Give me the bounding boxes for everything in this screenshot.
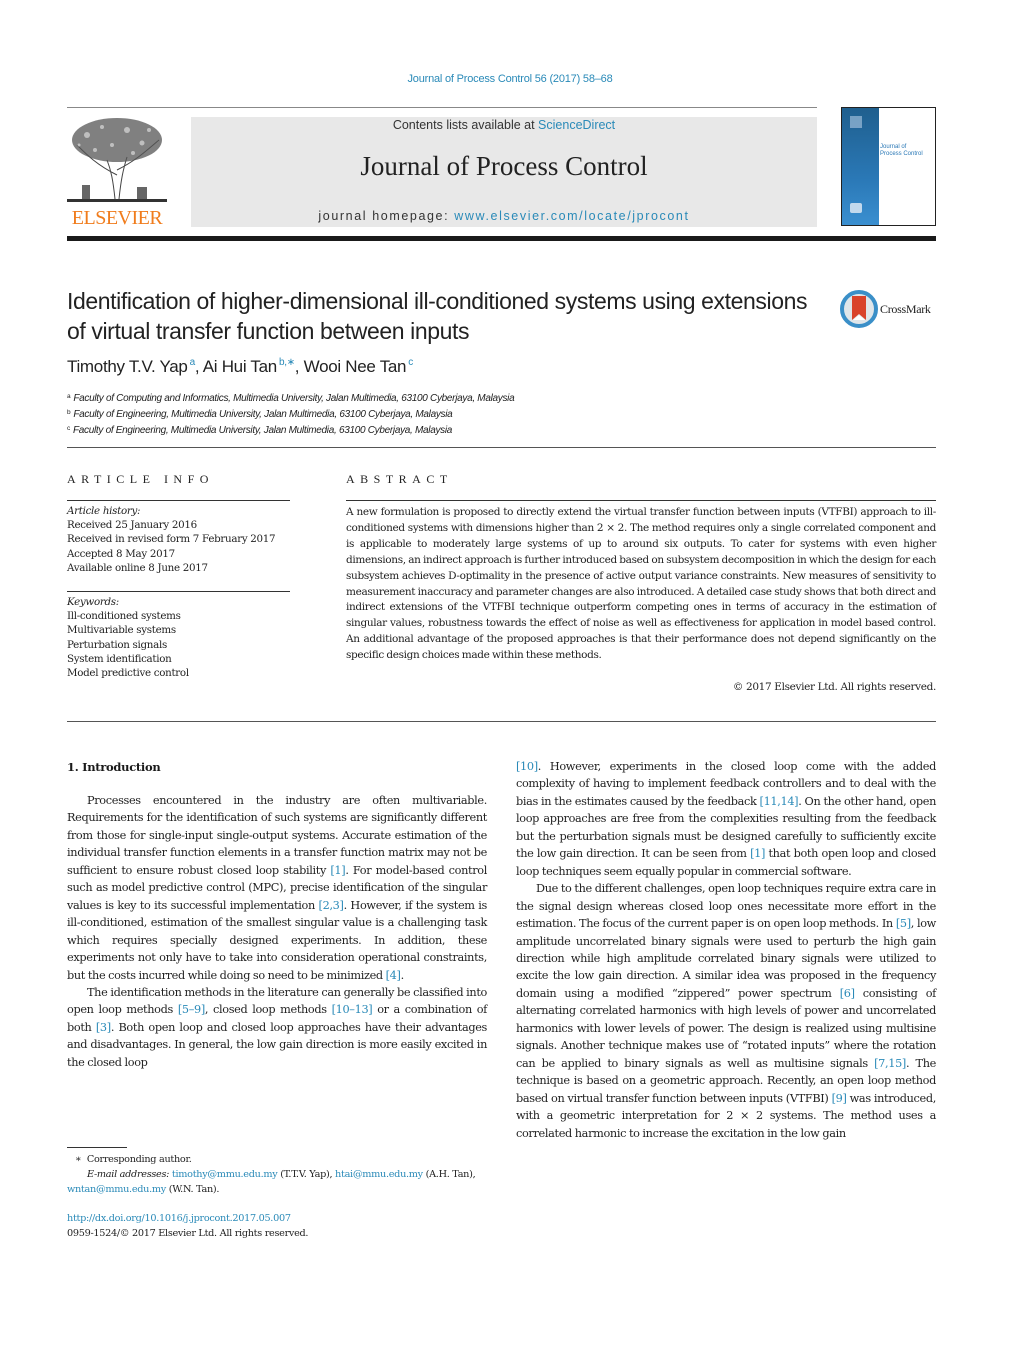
citation-link[interactable]: [7,15] <box>874 1057 906 1070</box>
affiliations: a Faculty of Computing and Informatics, M… <box>67 390 515 439</box>
cover-title-line2: Process Control <box>880 151 923 157</box>
corresponding-text: Corresponding author. <box>86 1154 192 1165</box>
header-rule <box>67 107 817 108</box>
body-column-right: [10]. However, experiments in the closed… <box>516 758 936 1142</box>
keywords-heading: Keywords: <box>67 596 119 608</box>
citation-link[interactable]: [6] <box>840 987 855 1000</box>
keyword-item: Model predictive control <box>67 667 189 680</box>
email-link[interactable]: htai@mmu.edu.my <box>335 1169 423 1180</box>
crossmark-button[interactable]: CrossMark <box>840 290 940 330</box>
issn-copyright: 0959-1524/© 2017 Elsevier Ltd. All right… <box>67 1228 309 1239</box>
keywords: Keywords: Ill-conditioned systems Multiv… <box>67 595 189 680</box>
doi-link[interactable]: http://dx.doi.org/10.1016/j.jprocont.201… <box>67 1213 291 1224</box>
author-affiliation-marker[interactable]: b,∗ <box>279 357 295 368</box>
footnote-rule <box>67 1147 127 1148</box>
homepage-prefix: journal homepage: <box>318 209 455 223</box>
article-title: Identification of higher-dimensional ill… <box>67 288 808 344</box>
journal-cover-thumbnail[interactable]: Journal of Process Control <box>841 107 936 226</box>
citation-link[interactable]: [1] <box>330 864 345 877</box>
body-column-left: Processes encountered in the industry ar… <box>67 792 487 1071</box>
abstract-copyright: © 2017 Elsevier Ltd. All rights reserved… <box>732 681 936 693</box>
email-note: E-mail addresses: timothy@mmu.edu.my (T.… <box>67 1169 476 1195</box>
sciencedirect-link[interactable]: ScienceDirect <box>538 118 615 132</box>
info-rule <box>67 500 290 501</box>
journal-title: Journal of Process Control <box>360 151 648 181</box>
corresponding-author-note: ∗ Corresponding author. <box>67 1152 487 1167</box>
cover-logo-icon <box>850 116 862 128</box>
email-label: E-mail addresses: <box>87 1169 170 1180</box>
history-item: Accepted 8 May 2017 <box>67 547 175 560</box>
keyword-item: Multivariable systems <box>67 624 176 637</box>
elsevier-tree-icon <box>67 118 167 202</box>
author-list: Timothy T.V. Yap a, Ai Hui Tan b,∗, Wooi N… <box>67 357 413 376</box>
author-affiliation-marker[interactable]: a <box>190 357 196 368</box>
info-rule <box>67 591 290 592</box>
cover-title-line1: Journal of <box>880 144 907 150</box>
email-link[interactable]: timothy@mmu.edu.my <box>172 1169 278 1180</box>
citation-link[interactable]: [10] <box>516 760 538 773</box>
keyword-item: System identification <box>67 652 172 665</box>
section-rule <box>67 447 936 448</box>
header-thick-rule <box>67 236 936 241</box>
crossmark-icon <box>840 290 878 328</box>
affiliation-item: c Faculty of Engineering, Multimedia Univ… <box>67 425 453 437</box>
history-item: Available online 8 June 2017 <box>67 561 208 574</box>
elsevier-logo[interactable]: ELSEVIER <box>67 115 167 229</box>
journal-masthead: Contents lists available at ScienceDirec… <box>191 117 817 227</box>
contents-line: Contents lists available at ScienceDirec… <box>191 118 817 132</box>
affiliation-key: b <box>67 409 71 417</box>
journal-citation-link[interactable]: Journal of Process Control 56 (2017) 58–… <box>0 73 1020 85</box>
cover-title: Journal of Process Control <box>880 144 923 158</box>
citation-link[interactable]: [9] <box>832 1092 847 1105</box>
email-link[interactable]: wntan@mmu.edu.my <box>67 1184 166 1195</box>
keyword-item: Perturbation signals <box>67 638 167 651</box>
section-rule <box>67 721 936 722</box>
cover-society-icon <box>850 203 862 213</box>
history-item: Received in revised form 7 February 2017 <box>67 533 276 546</box>
author-name[interactable]: Wooi Nee Tan <box>304 357 407 376</box>
abstract-text: A new formulation is proposed to directl… <box>346 506 936 662</box>
body-paragraph: Processes encountered in the industry ar… <box>67 794 487 982</box>
article-history: Article history: Received 25 January 201… <box>67 504 276 575</box>
affiliation-key: a <box>67 393 71 400</box>
abstract-rule <box>346 500 936 501</box>
citation-link[interactable]: [3] <box>96 1021 111 1034</box>
citation-link[interactable]: [5] <box>896 917 911 930</box>
citation-link[interactable]: [4] <box>386 969 401 982</box>
body-paragraph-continued: [10]. However, experiments in the closed… <box>516 760 937 878</box>
article-info-heading: ARTICLE INFO <box>67 472 214 486</box>
affiliation-item: a Faculty of Computing and Informatics, M… <box>67 393 515 404</box>
section-heading-introduction: 1. Introduction <box>67 760 161 774</box>
keyword-item: Ill-conditioned systems <box>67 610 181 623</box>
email-owner: (W.N. Tan) <box>168 1184 217 1195</box>
body-paragraph: Due to the different challenges, open lo… <box>516 882 937 1140</box>
doi-block: http://dx.doi.org/10.1016/j.jprocont.201… <box>67 1211 309 1241</box>
email-owner: (T.T.V. Yap) <box>280 1169 330 1180</box>
body-paragraph: The identification methods in the litera… <box>67 985 488 1069</box>
author-name[interactable]: Ai Hui Tan <box>203 357 277 376</box>
affiliation-item: b Faculty of Engineering, Multimedia Univ… <box>67 409 453 421</box>
homepage-line: journal homepage: www.elsevier.com/locat… <box>191 209 817 223</box>
homepage-link[interactable]: www.elsevier.com/locate/jprocont <box>454 209 689 223</box>
corresponding-mark: ∗ <box>75 1154 82 1165</box>
author-affiliation-marker[interactable]: c <box>408 357 413 368</box>
citation-link[interactable]: [11,14] <box>760 795 799 808</box>
elsevier-wordmark: ELSEVIER <box>71 207 163 229</box>
citation-link[interactable]: [10–13] <box>332 1003 373 1016</box>
footnotes: ∗ Corresponding author. E-mail addresses… <box>67 1152 487 1197</box>
crossmark-label: CrossMark <box>880 302 931 316</box>
citation-link[interactable]: [2,3] <box>319 899 344 912</box>
email-owner: (A.H. Tan) <box>425 1169 473 1180</box>
author-name[interactable]: Timothy T.V. Yap <box>67 357 188 376</box>
affiliation-key: c <box>67 425 70 433</box>
citation-link[interactable]: [1] <box>750 847 765 860</box>
history-heading: Article history: <box>67 505 141 517</box>
history-item: Received 25 January 2016 <box>67 519 197 532</box>
abstract-heading: ABSTRACT <box>346 472 453 486</box>
citation-link[interactable]: [5–9] <box>178 1003 205 1016</box>
contents-prefix: Contents lists available at <box>392 118 539 132</box>
